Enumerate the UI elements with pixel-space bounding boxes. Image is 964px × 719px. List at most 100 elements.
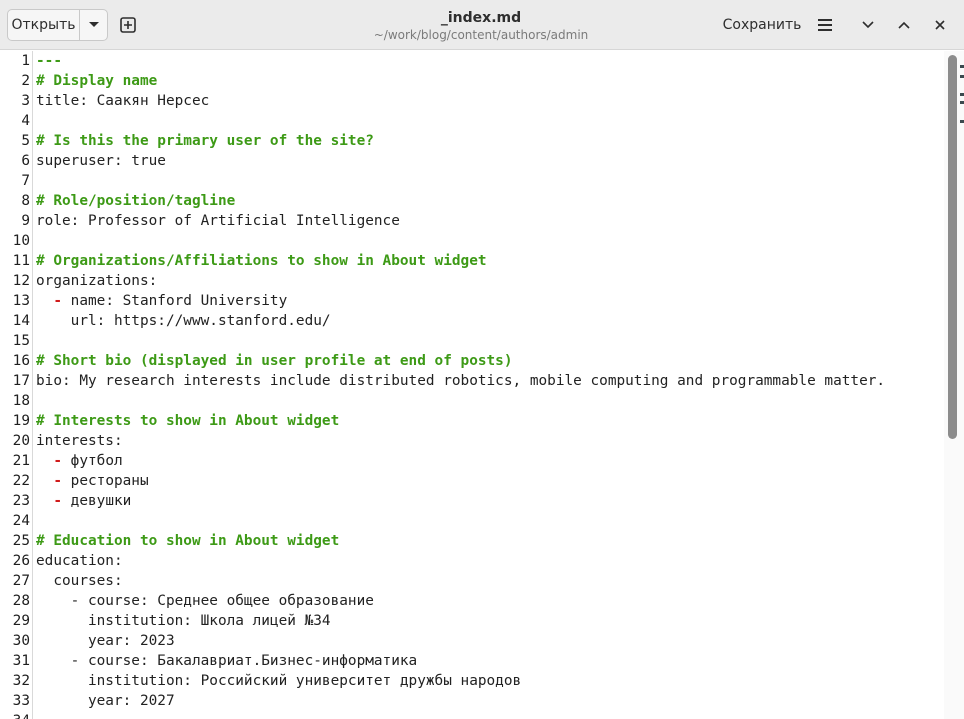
line-content: - футбол bbox=[36, 451, 123, 471]
comment-text: --- bbox=[36, 53, 62, 69]
comment-text: # Education to show in About widget bbox=[36, 533, 340, 549]
line-content: # Interests to show in About widget bbox=[36, 411, 339, 431]
line-number: 8 bbox=[21, 193, 30, 209]
line-number: 13 bbox=[12, 293, 30, 309]
line-number: 28 bbox=[12, 593, 30, 609]
code-text: - course: Среднее общее образование bbox=[36, 593, 374, 609]
line-number: 18 bbox=[12, 393, 30, 409]
line-content: # Is this the primary user of the site? bbox=[36, 131, 374, 151]
code-text: year: 2027 bbox=[36, 693, 175, 709]
comment-text: # Short bio (displayed in user profile a… bbox=[36, 353, 513, 369]
line-number: 14 bbox=[12, 313, 30, 329]
comment-text: # Role/position/tagline bbox=[36, 193, 236, 209]
line-content: - девушки bbox=[36, 491, 131, 511]
window-edge bbox=[960, 65, 964, 135]
open-button-group: Открыть bbox=[7, 9, 108, 41]
line-content: superuser: true bbox=[36, 151, 166, 171]
vertical-scrollbar[interactable] bbox=[944, 51, 964, 719]
line-content: url: https://www.stanford.edu/ bbox=[36, 311, 331, 331]
line-number: 24 bbox=[12, 513, 30, 529]
line-content: bio: My research interests include distr… bbox=[36, 371, 885, 391]
line-number: 22 bbox=[12, 473, 30, 489]
new-tab-button[interactable] bbox=[115, 13, 141, 37]
code-text: title: Саакян Нерсес bbox=[36, 93, 210, 109]
code-text: organizations: bbox=[36, 273, 158, 289]
open-button[interactable]: Открыть bbox=[8, 10, 80, 40]
line-content: --- bbox=[36, 51, 62, 71]
hamburger-menu-icon bbox=[818, 19, 832, 31]
line-number: 31 bbox=[12, 653, 30, 669]
line-content: role: Professor of Artificial Intelligen… bbox=[36, 211, 400, 231]
search-next-button[interactable] bbox=[857, 14, 879, 36]
chevron-down-icon bbox=[862, 21, 874, 29]
line-content: - рестораны bbox=[36, 471, 149, 491]
list-dash: - bbox=[53, 453, 62, 469]
line-number: 27 bbox=[12, 573, 30, 589]
line-number: 7 bbox=[21, 173, 30, 189]
document-title: _index.md bbox=[440, 10, 522, 26]
line-number: 12 bbox=[12, 273, 30, 289]
close-icon bbox=[935, 20, 945, 30]
code-text: institution: Школа лицей №34 bbox=[36, 613, 331, 629]
line-number: 2 bbox=[21, 73, 30, 89]
line-number: 33 bbox=[12, 693, 30, 709]
line-content: institution: Российский университет друж… bbox=[36, 671, 521, 691]
line-number: 16 bbox=[12, 353, 30, 369]
line-number: 26 bbox=[12, 553, 30, 569]
line-number: 19 bbox=[12, 413, 30, 429]
list-dash: - bbox=[53, 473, 62, 489]
code-text: institution: Российский университет друж… bbox=[36, 673, 522, 689]
line-number: 30 bbox=[12, 633, 30, 649]
line-number: 3 bbox=[21, 93, 30, 109]
line-content: - name: Stanford University bbox=[36, 291, 287, 311]
comment-text: # Organizations/Affiliations to show in … bbox=[36, 253, 487, 269]
text-editor[interactable]: 1 --- 2 # Display name 3 title: Саакян Нерсес… bbox=[0, 51, 944, 719]
code-text: url: https://www.stanford.edu/ bbox=[36, 313, 331, 329]
line-number: 21 bbox=[12, 453, 30, 469]
line-number: 4 bbox=[21, 113, 30, 129]
code-text: education: bbox=[36, 553, 123, 569]
list-dash: - bbox=[53, 293, 62, 309]
code-text: name: Stanford University bbox=[62, 293, 288, 309]
line-number: 11 bbox=[12, 253, 30, 269]
line-content: year: 2023 bbox=[36, 631, 175, 651]
line-content: title: Саакян Нерсес bbox=[36, 91, 209, 111]
scrollbar-thumb[interactable] bbox=[948, 55, 957, 439]
close-button[interactable] bbox=[929, 14, 951, 36]
line-number: 32 bbox=[12, 673, 30, 689]
main-menu-button[interactable] bbox=[814, 14, 836, 36]
new-tab-icon bbox=[120, 17, 136, 33]
open-menu-button[interactable] bbox=[80, 10, 107, 40]
code-text: superuser: true bbox=[36, 153, 166, 169]
chevron-down-icon bbox=[88, 22, 99, 27]
line-number: 15 bbox=[12, 333, 30, 349]
line-number: 20 bbox=[12, 433, 30, 449]
line-content: courses: bbox=[36, 571, 122, 591]
code-text: bio: My research interests include distr… bbox=[36, 373, 886, 389]
header-bar: Открыть _index.md ~/work/blog/content/au… bbox=[0, 0, 964, 50]
line-number: 34 bbox=[0, 711, 30, 719]
code-text: футбол bbox=[62, 453, 123, 469]
comment-text: # Interests to show in About widget bbox=[36, 413, 340, 429]
line-number: 10 bbox=[12, 233, 30, 249]
code-text: - course: Бакалавриат.Бизнес-информатика bbox=[36, 653, 418, 669]
line-content: # Short bio (displayed in user profile a… bbox=[36, 351, 513, 371]
line-content: interests: bbox=[36, 431, 123, 451]
chevron-up-icon bbox=[898, 21, 910, 29]
line-number: 23 bbox=[12, 493, 30, 509]
save-button[interactable]: Сохранить bbox=[716, 14, 808, 36]
search-prev-button[interactable] bbox=[893, 14, 915, 36]
line-content: - course: Бакалавриат.Бизнес-информатика bbox=[36, 651, 418, 671]
line-number: 6 bbox=[21, 153, 30, 169]
line-content: organizations: bbox=[36, 271, 157, 291]
line-content: # Role/position/tagline bbox=[36, 191, 235, 211]
comment-text: # Is this the primary user of the site? bbox=[36, 133, 374, 149]
window-title-area: _index.md ~/work/blog/content/authors/ad… bbox=[300, 9, 662, 43]
code-text: девушки bbox=[62, 493, 132, 509]
code-text: рестораны bbox=[62, 473, 149, 489]
code-text: role: Professor of Artificial Intelligen… bbox=[36, 213, 400, 229]
document-path: ~/work/blog/content/authors/admin bbox=[373, 28, 589, 42]
list-dash: - bbox=[53, 493, 62, 509]
